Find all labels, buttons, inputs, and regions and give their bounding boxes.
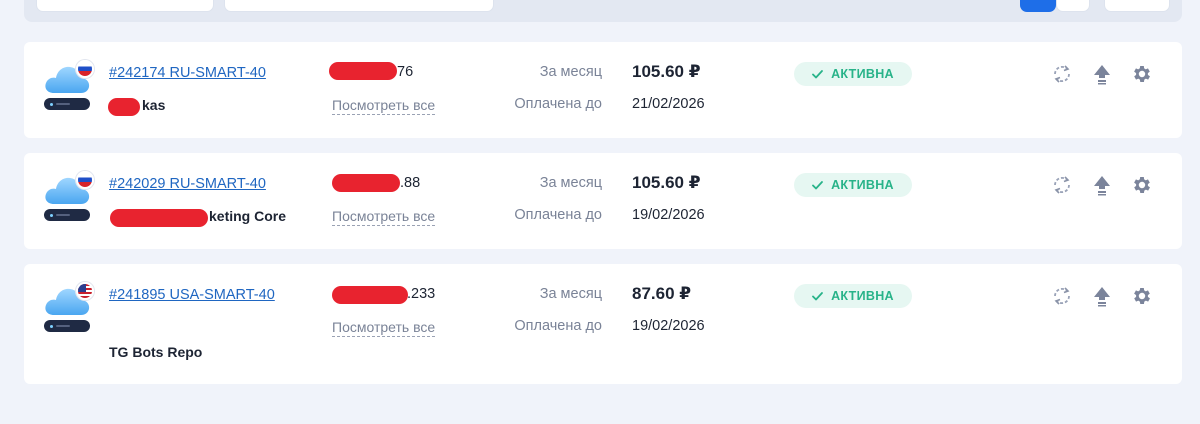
settings-button[interactable] <box>1130 62 1154 86</box>
view-toggle-grid[interactable] <box>1056 0 1090 12</box>
server-icon <box>44 60 98 114</box>
server-icon <box>44 282 98 336</box>
server-name: TG Bots Repo <box>109 344 203 360</box>
redaction-mark <box>108 98 140 116</box>
refresh-icon <box>1054 65 1070 83</box>
gear-icon <box>1134 66 1150 82</box>
filter-toolbar <box>24 0 1182 22</box>
redaction-mark <box>110 209 208 227</box>
paid-until-label: Оплачена до <box>514 96 602 112</box>
monthly-price: 105.60 ₽ <box>632 173 701 192</box>
status-text: АКТИВНА <box>831 67 894 81</box>
monthly-label: За месяц <box>539 64 602 80</box>
settings-button[interactable] <box>1130 173 1154 197</box>
server-rack-icon <box>44 98 90 110</box>
server-ip: .88 <box>400 175 421 191</box>
usa-flag-icon <box>76 282 94 300</box>
server-id-link[interactable]: #241895 USA-SMART-40 <box>109 284 279 307</box>
upgrade-button[interactable] <box>1090 173 1114 197</box>
refresh-icon <box>1054 287 1070 305</box>
renew-button[interactable] <box>1050 173 1074 197</box>
upgrade-arrow-icon <box>1094 176 1110 196</box>
check-icon <box>812 180 824 189</box>
server-icon <box>44 171 98 225</box>
server-id-link[interactable]: #242029 RU-SMART-40 <box>109 173 266 196</box>
redaction-mark <box>332 286 408 304</box>
upgrade-arrow-icon <box>1094 65 1110 85</box>
server-name: keting Core <box>209 208 287 224</box>
paid-until-date: 19/02/2026 <box>632 207 705 223</box>
paid-until-label: Оплачена до <box>514 318 602 334</box>
server-card: #242174 RU-SMART-40 kas 76 Посмотреть вс… <box>24 42 1182 138</box>
upgrade-button[interactable] <box>1090 62 1114 86</box>
check-icon <box>812 291 824 300</box>
status-text: АКТИВНА <box>831 178 894 192</box>
status-badge: АКТИВНА <box>794 284 912 308</box>
status-text: АКТИВНА <box>831 289 894 303</box>
server-id-link[interactable]: #242174 RU-SMART-40 <box>109 62 266 85</box>
redaction-mark <box>332 174 400 192</box>
gear-icon <box>1134 288 1150 304</box>
upgrade-arrow-icon <box>1094 287 1110 307</box>
server-ip: 76 <box>397 64 414 80</box>
gear-icon <box>1134 177 1150 193</box>
monthly-price: 105.60 ₽ <box>632 62 701 81</box>
paid-until-date: 21/02/2026 <box>632 96 705 112</box>
monthly-price: 87.60 ₽ <box>632 284 692 303</box>
redaction-mark <box>329 62 397 80</box>
russia-flag-icon <box>76 60 94 78</box>
russia-flag-icon <box>76 171 94 189</box>
view-all-link[interactable]: Посмотреть все <box>332 208 436 226</box>
server-ip: .233 <box>407 286 436 302</box>
view-all-link[interactable]: Посмотреть все <box>332 97 436 115</box>
monthly-label: За месяц <box>539 286 602 302</box>
server-rack-icon <box>44 209 90 221</box>
server-name: kas <box>142 97 166 113</box>
renew-button[interactable] <box>1050 62 1074 86</box>
check-icon <box>812 69 824 78</box>
settings-button[interactable] <box>1130 284 1154 308</box>
view-toggle-list[interactable] <box>1020 0 1056 12</box>
filter-select[interactable] <box>36 0 214 12</box>
toolbar-button[interactable] <box>1104 0 1170 12</box>
search-input[interactable] <box>224 0 494 12</box>
server-card: #242029 RU-SMART-40 keting Core .88 Посм… <box>24 153 1182 249</box>
upgrade-button[interactable] <box>1090 284 1114 308</box>
paid-until-label: Оплачена до <box>514 207 602 223</box>
refresh-icon <box>1054 176 1070 194</box>
server-rack-icon <box>44 320 90 332</box>
renew-button[interactable] <box>1050 284 1074 308</box>
view-all-link[interactable]: Посмотреть все <box>332 319 436 337</box>
server-card: #241895 USA-SMART-40 TG Bots Repo .233 П… <box>24 264 1182 384</box>
status-badge: АКТИВНА <box>794 173 912 197</box>
status-badge: АКТИВНА <box>794 62 912 86</box>
monthly-label: За месяц <box>539 175 602 191</box>
paid-until-date: 19/02/2026 <box>632 318 705 334</box>
